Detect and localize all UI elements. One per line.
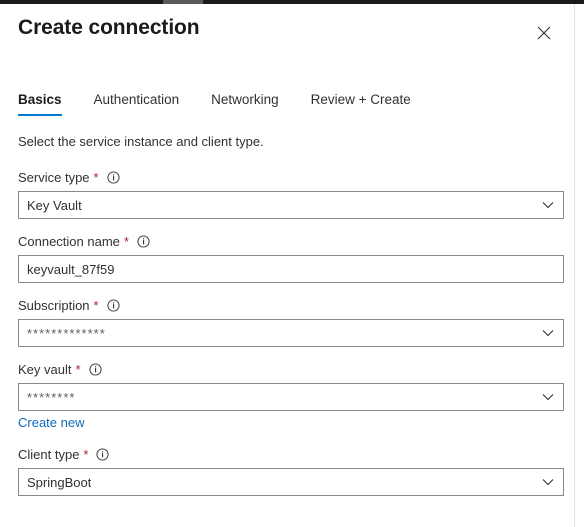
form-description: Select the service instance and client t…	[18, 134, 264, 149]
tab-review-create[interactable]: Review + Create	[311, 92, 411, 116]
client-type-value: SpringBoot	[27, 474, 92, 490]
field-label-service-type: Service type *	[18, 169, 564, 186]
tab-authentication[interactable]: Authentication	[94, 92, 180, 116]
close-icon[interactable]	[528, 17, 560, 49]
chevron-down-icon	[542, 199, 554, 211]
basics-form: Select the service instance and client t…	[18, 134, 564, 510]
field-label-connection-name: Connection name *	[18, 233, 564, 250]
required-asterisk: *	[93, 298, 99, 313]
info-icon[interactable]	[107, 299, 120, 312]
field-label-key-vault: Key vault *	[18, 361, 564, 378]
tab-networking[interactable]: Networking	[211, 92, 279, 116]
label-text: Client type	[18, 447, 80, 462]
required-asterisk: *	[93, 170, 99, 185]
chevron-down-icon	[542, 391, 554, 403]
create-new-key-vault-link[interactable]: Create new	[18, 415, 84, 430]
field-subscription: Subscription * *************	[18, 297, 564, 347]
label-text: Service type	[18, 170, 90, 185]
field-client-type: Client type * SpringBoot	[18, 446, 564, 496]
connection-name-value: keyvault_87f59	[27, 261, 115, 277]
label-text: Connection name	[18, 234, 120, 249]
required-asterisk: *	[75, 362, 81, 377]
info-icon[interactable]	[137, 235, 150, 248]
panel-header: Create connection	[0, 4, 574, 64]
key-vault-dropdown[interactable]: ********	[18, 383, 564, 411]
tab-basics[interactable]: Basics	[18, 92, 62, 116]
field-service-type: Service type * Key Vault	[18, 169, 564, 219]
field-label-subscription: Subscription *	[18, 297, 564, 314]
label-text: Subscription	[18, 298, 90, 313]
required-asterisk: *	[123, 234, 129, 249]
info-icon[interactable]	[88, 363, 102, 376]
required-asterisk: *	[83, 447, 89, 462]
service-type-value: Key Vault	[27, 197, 82, 213]
info-icon[interactable]	[107, 171, 120, 184]
field-key-vault: Key vault * ******** Create new	[18, 361, 564, 432]
field-label-client-type: Client type *	[18, 446, 564, 463]
client-type-dropdown[interactable]: SpringBoot	[18, 468, 564, 496]
chevron-down-icon	[542, 476, 554, 488]
connection-name-input[interactable]: keyvault_87f59	[18, 255, 564, 283]
label-text: Key vault	[18, 362, 72, 377]
page-title: Create connection	[18, 16, 200, 39]
field-connection-name: Connection name * keyvault_87f59	[18, 233, 564, 283]
tab-list: Basics Authentication Networking Review …	[18, 86, 443, 116]
info-icon[interactable]	[96, 448, 110, 461]
service-type-dropdown[interactable]: Key Vault	[18, 191, 564, 219]
subscription-value: *************	[27, 325, 106, 341]
create-connection-panel: Create connection Basics Authentication …	[0, 4, 575, 527]
chevron-down-icon	[542, 327, 554, 339]
key-vault-value: ********	[27, 389, 76, 405]
subscription-dropdown[interactable]: *************	[18, 319, 564, 347]
